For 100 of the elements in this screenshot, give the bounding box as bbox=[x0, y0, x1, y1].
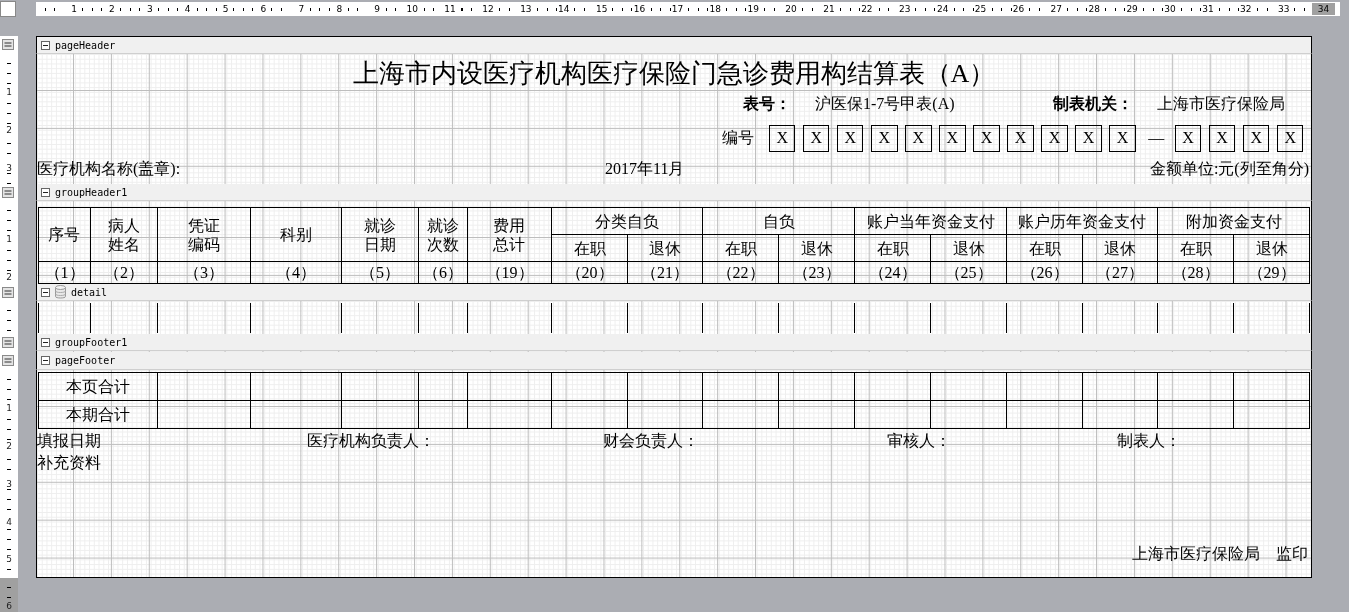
ruler-number: 12 bbox=[481, 3, 495, 15]
digit-box: X bbox=[1208, 124, 1236, 152]
column-number: （26） bbox=[1006, 261, 1083, 284]
group-header: 分类自负 bbox=[551, 207, 703, 235]
column-header: 在职 bbox=[854, 234, 931, 262]
ruler-number: 3 bbox=[6, 162, 12, 173]
band-marker-icon[interactable] bbox=[2, 355, 14, 366]
ruler-number: 5 bbox=[221, 3, 230, 15]
column-number: （3） bbox=[157, 261, 251, 284]
group-header: 自负 bbox=[702, 207, 855, 235]
ruler-number: 2 bbox=[6, 124, 12, 135]
ruler-number: 29 bbox=[1125, 3, 1139, 15]
collapse-toggle[interactable] bbox=[41, 40, 50, 50]
ruler-number: 10 bbox=[405, 3, 419, 15]
total-label: 本页合计 bbox=[38, 372, 158, 401]
column-header: 在职 bbox=[1006, 234, 1083, 262]
issuer-value: 上海市医疗保险局 bbox=[1157, 93, 1285, 114]
column-header: 病人姓名 bbox=[90, 207, 158, 262]
digit-box: X bbox=[837, 124, 864, 152]
ruler-number: 18 bbox=[708, 3, 723, 15]
column-header: 就诊日期 bbox=[341, 207, 419, 262]
column-number: （21） bbox=[627, 261, 703, 284]
column-header: 退休 bbox=[1082, 234, 1158, 262]
digit-box: X bbox=[905, 124, 932, 152]
column-number: （1） bbox=[38, 261, 91, 284]
ruler-number: 26 bbox=[1011, 3, 1026, 15]
ruler-number: 3 bbox=[6, 478, 12, 489]
digit-box: X bbox=[1109, 124, 1136, 152]
serial-label: 编号 bbox=[722, 127, 755, 148]
digit-box: X bbox=[939, 124, 966, 152]
digit-box: X bbox=[768, 124, 796, 152]
column-header: 退休 bbox=[627, 234, 703, 262]
collapse-toggle[interactable] bbox=[41, 337, 50, 347]
ruler-number: 3 bbox=[145, 3, 154, 15]
ruler-number: 25 bbox=[973, 3, 988, 15]
column-number: （25） bbox=[930, 261, 1007, 284]
ruler-number: 1 bbox=[70, 3, 78, 15]
column-number: （6） bbox=[418, 261, 468, 284]
total-field bbox=[418, 400, 468, 429]
signature-label: 制表人： bbox=[1117, 431, 1182, 451]
band-marker-icon[interactable] bbox=[2, 287, 14, 298]
column-number: （19） bbox=[467, 261, 552, 284]
ruler-number: 33 bbox=[1276, 3, 1291, 15]
ruler-number: 16 bbox=[632, 3, 647, 15]
ruler-number: 1 bbox=[6, 233, 12, 244]
unit-text: 金额单位:元(列至角分) bbox=[1149, 158, 1309, 180]
digit-box: X bbox=[1174, 124, 1202, 152]
ruler-number: 28 bbox=[1087, 3, 1101, 15]
band-marker-icon[interactable] bbox=[2, 337, 14, 348]
form-number-label: 表号： bbox=[743, 93, 792, 114]
ruler-number: 7 bbox=[297, 3, 306, 15]
ruler-number: 21 bbox=[822, 3, 836, 15]
column-number: （2） bbox=[90, 261, 158, 284]
ruler-number: 27 bbox=[1049, 3, 1064, 15]
digit-box: X bbox=[871, 124, 898, 152]
column-number: （29） bbox=[1233, 261, 1310, 284]
column-header: 退休 bbox=[930, 234, 1007, 262]
column-number: （5） bbox=[341, 261, 419, 284]
digit-box: X bbox=[803, 124, 830, 152]
collapse-toggle[interactable] bbox=[41, 187, 50, 197]
column-header: 退休 bbox=[1233, 234, 1310, 262]
form-number-value: 沪医保1-7号甲表(A) bbox=[815, 93, 956, 115]
band-marker-icon[interactable] bbox=[2, 39, 14, 50]
ruler-number: 6 bbox=[6, 601, 12, 611]
band-title: groupHeader1 bbox=[55, 186, 128, 198]
institution-label: 医疗机构名称(盖章): bbox=[37, 158, 182, 180]
column-header: 退休 bbox=[778, 234, 855, 262]
column-header: 在职 bbox=[702, 234, 779, 262]
digit-box: X bbox=[1007, 124, 1034, 152]
collapse-toggle[interactable] bbox=[41, 356, 50, 365]
ruler-number: 24 bbox=[935, 3, 950, 15]
digit-box: X bbox=[1242, 124, 1270, 152]
ruler-number: 34 bbox=[1311, 3, 1336, 15]
column-header: 科别 bbox=[250, 207, 342, 262]
ruler-number: 30 bbox=[1163, 3, 1177, 15]
ruler-number: 17 bbox=[670, 3, 685, 15]
digit-box: X bbox=[1277, 124, 1304, 152]
collapse-toggle[interactable] bbox=[41, 287, 50, 297]
seal-text: 上海市医疗保险局 bbox=[1132, 544, 1260, 564]
ruler-number: 13 bbox=[519, 3, 533, 15]
ruler-number: 4 bbox=[6, 516, 12, 527]
ruler-number: 20 bbox=[784, 3, 798, 15]
ruler-number: 31 bbox=[1201, 3, 1215, 15]
signature-label: 审核人： bbox=[887, 431, 952, 451]
column-header: 序号 bbox=[38, 207, 91, 262]
column-header: 就诊次数 bbox=[418, 207, 468, 262]
digit-box: X bbox=[1041, 124, 1068, 152]
band-title: pageHeader bbox=[55, 39, 116, 51]
band-title: detail bbox=[71, 286, 108, 298]
ruler-number: 22 bbox=[860, 3, 874, 15]
column-header: 在职 bbox=[551, 234, 628, 262]
group-header: 账户历年资金支付 bbox=[1006, 207, 1158, 235]
column-number: （4） bbox=[250, 261, 342, 284]
column-number: （20） bbox=[551, 261, 628, 284]
signature-label: 医疗机构负责人： bbox=[307, 431, 436, 451]
report-title: 上海市内设医疗机构医疗保险门急诊费用构结算表（A） bbox=[351, 58, 997, 90]
band-marker-icon[interactable] bbox=[2, 187, 14, 198]
band-title: groupFooter1 bbox=[55, 336, 128, 348]
ruler-number: 2 bbox=[6, 271, 12, 282]
ruler-number: 1 bbox=[6, 402, 12, 413]
